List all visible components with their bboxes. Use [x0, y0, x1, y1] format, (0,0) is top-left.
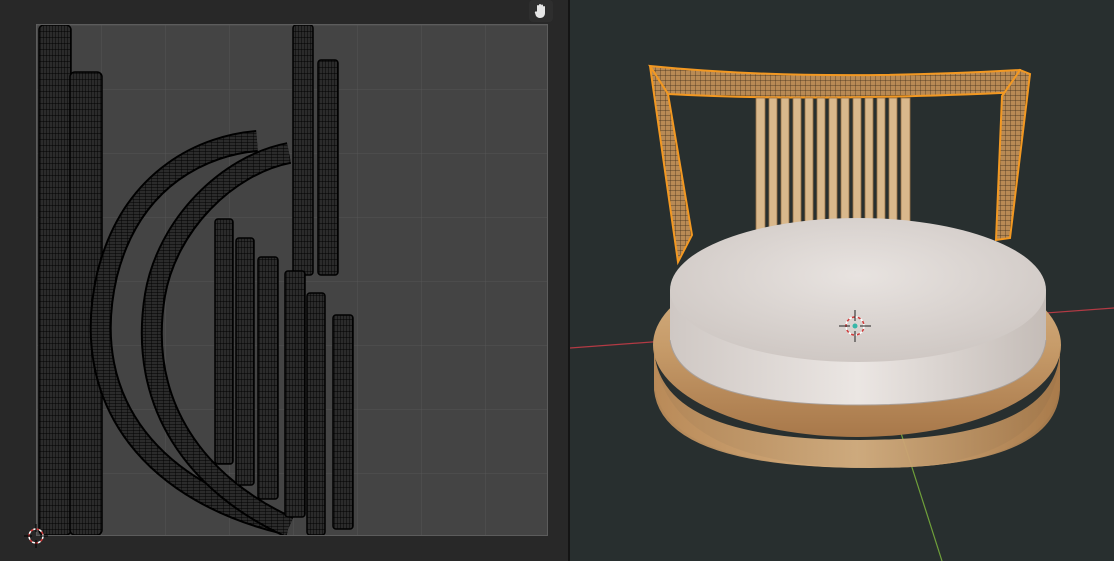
hand-pan-icon[interactable]	[529, 0, 553, 22]
uv-island[interactable]	[214, 218, 234, 465]
uv-island[interactable]	[306, 292, 326, 535]
uv-editor[interactable]	[0, 0, 568, 561]
3d-viewport[interactable]	[570, 0, 1114, 561]
uv-grid[interactable]	[36, 24, 548, 536]
seat-cushion[interactable]	[669, 218, 1047, 406]
chair-spindles[interactable]	[755, 97, 911, 239]
uv-layout	[37, 25, 547, 535]
uv-island[interactable]	[292, 25, 314, 276]
uv-island[interactable]	[284, 270, 306, 518]
viewport-scene	[570, 64, 1114, 561]
uv-island[interactable]	[317, 59, 339, 276]
3d-cursor-icon[interactable]	[24, 524, 48, 548]
uv-island[interactable]	[257, 256, 279, 500]
uv-island[interactable]	[38, 25, 72, 535]
uv-island[interactable]	[332, 314, 354, 530]
uv-island[interactable]	[235, 237, 255, 486]
